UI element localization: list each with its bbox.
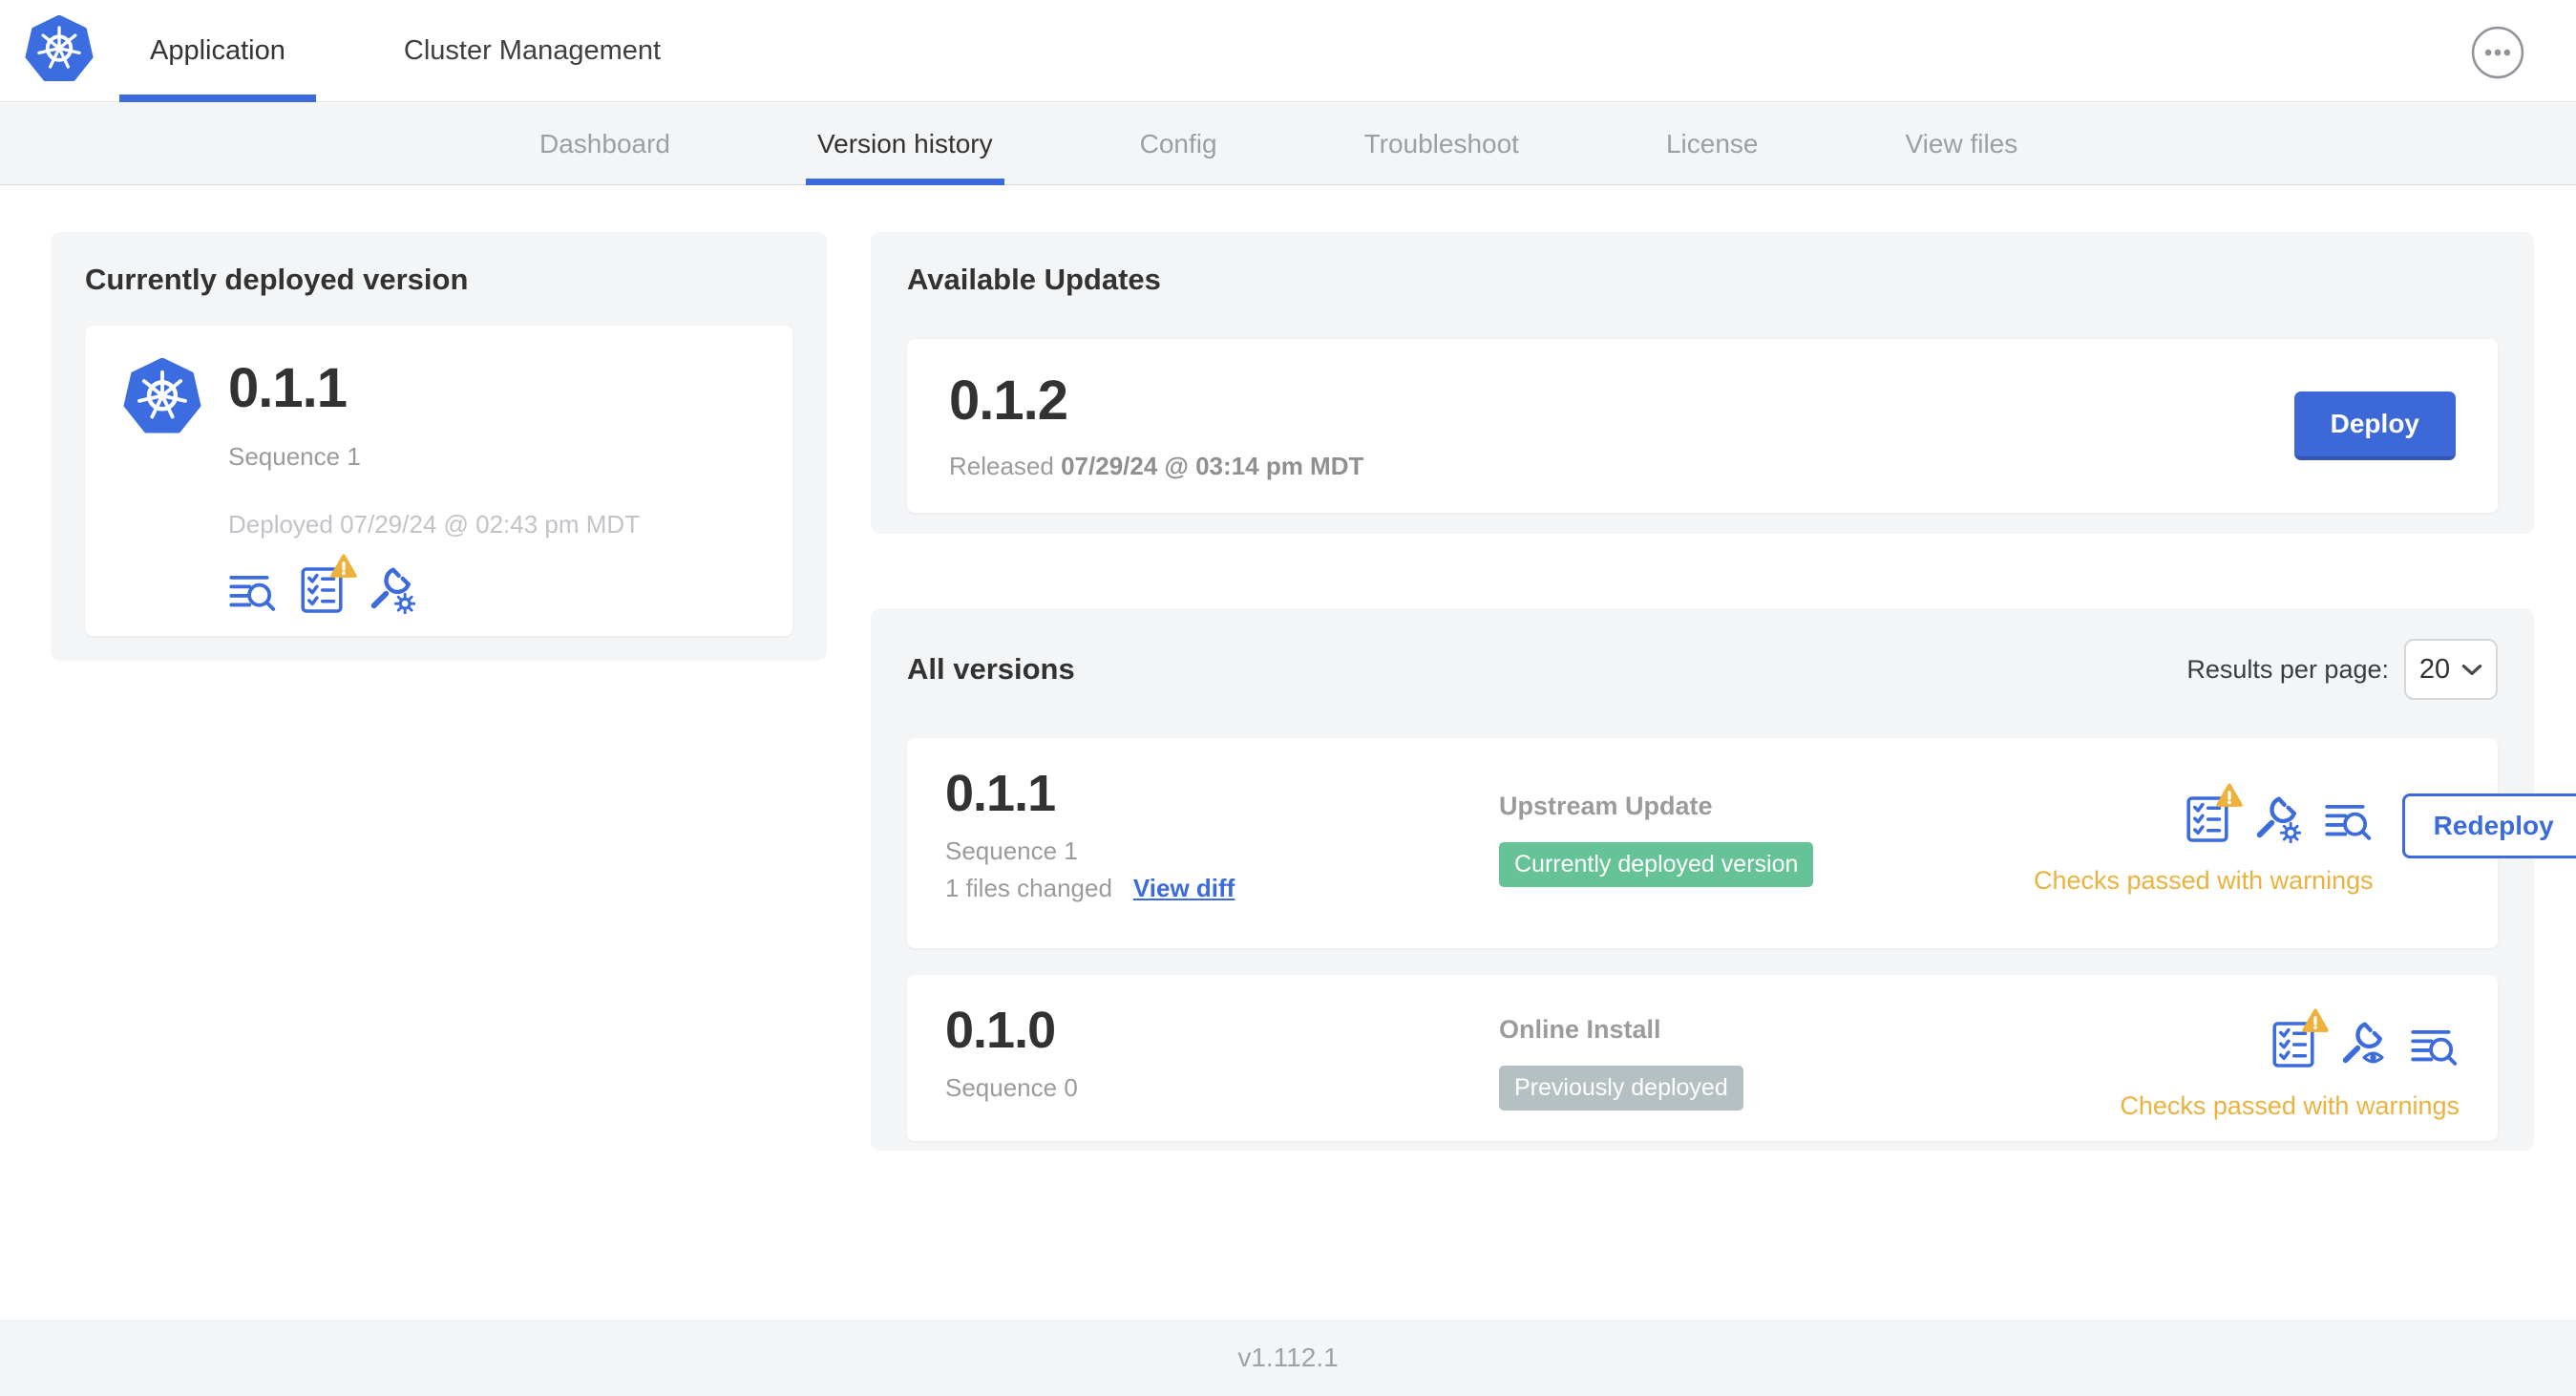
preflight-checks-action[interactable]	[2186, 783, 2243, 843]
kubernetes-logo-icon	[25, 14, 94, 81]
update-released-timestamp: Released 07/29/24 @ 03:14 pm MDT	[949, 452, 1363, 481]
results-per-page-value: 20	[2418, 653, 2451, 685]
console-version-text: v1.112.1	[1237, 1343, 1339, 1372]
results-per-page-label: Results per page:	[2186, 654, 2389, 684]
row-action-icons	[2186, 783, 2374, 844]
overflow-menu-button[interactable]	[2471, 26, 2524, 79]
tab-config[interactable]: Config	[1129, 103, 1229, 184]
tab-license[interactable]: License	[1655, 103, 1770, 184]
warning-triangle-icon	[2215, 783, 2243, 807]
ellipsis-icon	[2471, 26, 2524, 79]
edit-config-icon[interactable]	[2251, 793, 2302, 844]
tab-view-files[interactable]: View files	[1893, 103, 2029, 184]
row-version-number: 0.1.1	[945, 765, 1056, 822]
kubernetes-app-icon	[123, 357, 201, 436]
currently-deployed-card: Currently deployed version 0.1.1 Sequenc…	[51, 232, 827, 661]
view-config-icon[interactable]	[2337, 1019, 2387, 1068]
results-per-page-select[interactable]: 20	[2404, 639, 2498, 700]
checks-status-text: Checks passed with warnings	[2120, 1091, 2460, 1120]
released-label: Released	[949, 452, 1054, 481]
edit-config-action[interactable]	[2251, 793, 2302, 844]
app-subnav: Dashboard Version history Config Trouble…	[0, 103, 2576, 185]
row-source-label: Upstream Update	[1499, 792, 1713, 820]
tab-cluster-management[interactable]: Cluster Management	[373, 0, 691, 102]
currently-deployed-badge: Currently deployed version	[1499, 842, 1814, 887]
current-version-actions	[228, 554, 640, 615]
results-per-page: Results per page: 20	[2186, 639, 2498, 700]
logs-icon[interactable]	[228, 572, 278, 614]
logs-icon[interactable]	[2324, 801, 2374, 843]
update-version-number: 0.1.2	[949, 369, 1068, 432]
logs-icon[interactable]	[2410, 1026, 2460, 1068]
row-version-number: 0.1.0	[945, 1002, 1056, 1059]
edit-config-action[interactable]	[366, 564, 416, 615]
all-versions-card: All versions Results per page: 20 0.1.1 …	[871, 608, 2576, 1151]
tab-dashboard[interactable]: Dashboard	[528, 103, 682, 184]
checks-status-text: Checks passed with warnings	[2034, 866, 2374, 895]
row-source-label: Online Install	[1499, 1015, 1661, 1044]
previously-deployed-badge: Previously deployed	[1499, 1066, 1743, 1110]
currently-deployed-title: Currently deployed version	[85, 263, 469, 296]
view-diff-link[interactable]: View diff	[1133, 874, 1235, 903]
available-updates-title: Available Updates	[907, 263, 1161, 296]
available-update-row: 0.1.2 Released 07/29/24 @ 03:14 pm MDT D…	[907, 339, 2498, 513]
preflight-checks-action[interactable]	[2272, 1008, 2329, 1068]
app-header: Application Cluster Management	[0, 0, 2576, 102]
version-row-0-1-0: 0.1.0 Sequence 0 Online Install Previous…	[907, 975, 2498, 1141]
app-footer: v1.112.1	[0, 1320, 2576, 1396]
all-versions-header: All versions Results per page: 20	[907, 639, 2498, 700]
current-version-number: 0.1.1	[228, 357, 348, 419]
row-sequence: Sequence 1	[945, 835, 1078, 865]
released-date: 07/29/24 @ 03:14 pm MDT	[1061, 452, 1364, 481]
version-row-0-1-1: 0.1.1 Sequence 1 1 files changed View di…	[907, 738, 2576, 948]
currently-deployed-inner: 0.1.1 Sequence 1 Deployed 07/29/24 @ 02:…	[85, 326, 792, 636]
warning-triangle-icon	[2302, 1008, 2329, 1032]
kubernetes-logo-icon	[123, 357, 201, 434]
redeploy-button[interactable]: Redeploy	[2401, 793, 2576, 858]
version-history-page: Application Cluster Management Dashboard…	[0, 0, 2576, 1396]
deploy-button[interactable]: Deploy	[2293, 391, 2456, 460]
all-versions-title: All versions	[907, 652, 1075, 686]
current-version-sequence: Sequence 1	[228, 441, 361, 471]
edit-config-icon[interactable]	[366, 564, 416, 615]
warning-triangle-icon	[330, 554, 357, 578]
logs-action[interactable]	[2410, 1026, 2460, 1068]
tab-version-history[interactable]: Version history	[805, 103, 1004, 185]
view-config-action[interactable]	[2337, 1019, 2387, 1068]
files-changed-label: 1 files changed	[945, 873, 1112, 902]
tab-application[interactable]: Application	[119, 0, 316, 102]
row-sequence: Sequence 0	[945, 1072, 1078, 1102]
logs-action[interactable]	[2324, 801, 2374, 843]
kubernetes-logo-icon	[25, 14, 94, 84]
header-tabs: Application Cluster Management	[119, 0, 691, 102]
current-version-deployed-timestamp: Deployed 07/29/24 @ 02:43 pm MDT	[228, 509, 641, 539]
preflight-checks-action[interactable]	[301, 554, 357, 614]
chevron-down-icon	[2461, 664, 2482, 675]
tab-troubleshoot[interactable]: Troubleshoot	[1353, 103, 1531, 184]
available-updates-card: Available Updates 0.1.2 Released 07/29/2…	[871, 232, 2534, 534]
logs-action[interactable]	[228, 572, 278, 614]
row-action-icons	[2272, 1008, 2460, 1068]
